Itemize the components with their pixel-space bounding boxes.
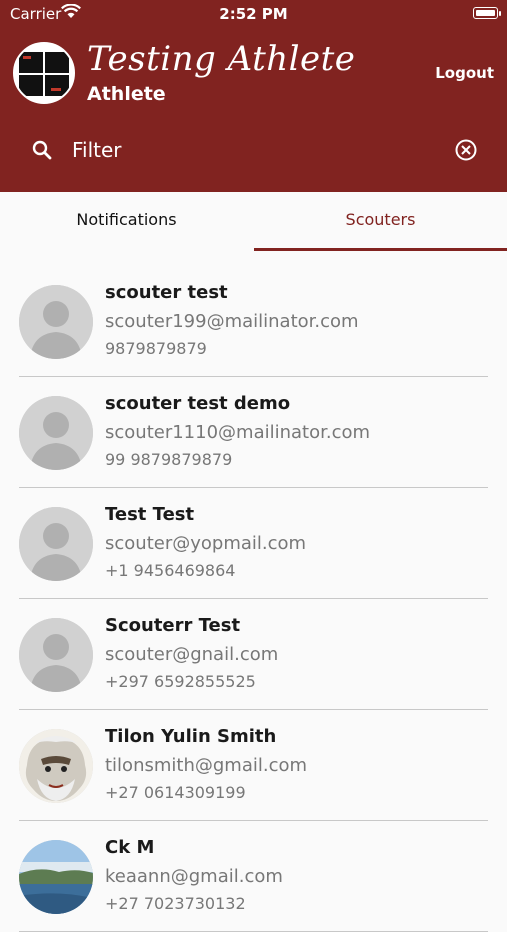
scouter-name: Tilon Yulin Smith	[105, 726, 277, 747]
scouter-email: tilonsmith@gmail.com	[105, 755, 308, 776]
tab-notifications[interactable]: Notifications	[0, 192, 253, 252]
avatar	[19, 840, 93, 914]
profile-avatar[interactable]	[13, 42, 75, 104]
avatar	[19, 729, 93, 803]
scouter-email: scouter1110@mailinator.com	[105, 422, 371, 443]
scouter-phone: +27 7023730132	[105, 894, 246, 913]
profile-role: Athlete	[87, 83, 166, 105]
status-bar: Carrier 2:52 PM	[0, 0, 507, 28]
filter-bar	[0, 128, 507, 172]
scouter-email: scouter@yopmail.com	[105, 533, 307, 554]
scouter-email: keaann@gmail.com	[105, 866, 283, 887]
status-time: 2:52 PM	[219, 5, 288, 23]
scouter-phone: 9879879879	[105, 339, 207, 358]
avatar	[19, 285, 93, 359]
profile-name: Testing Athlete	[87, 39, 356, 79]
avatar	[19, 507, 93, 581]
scouter-name: Scouterr Test	[105, 615, 241, 636]
list-item[interactable]: scouter test scouter199@mailinator.com 9…	[0, 266, 507, 377]
active-tab-indicator	[254, 248, 507, 251]
clear-filter-icon[interactable]	[454, 138, 478, 166]
list-item[interactable]: Test Test scouter@yopmail.com +1 9456469…	[0, 488, 507, 599]
tab-bar: Notifications Scouters	[0, 192, 507, 252]
app-header: Carrier 2:52 PM Testing Athlete Athlete …	[0, 0, 507, 192]
scouter-name: Ck M	[105, 837, 155, 858]
filter-input[interactable]	[72, 135, 432, 165]
scouter-name: Test Test	[105, 504, 195, 525]
avatar	[19, 396, 93, 470]
list-item[interactable]: Scouterr Test scouter@gnail.com +297 659…	[0, 599, 507, 710]
scouter-email: scouter199@mailinator.com	[105, 311, 359, 332]
avatar	[19, 618, 93, 692]
scouter-phone: +1 9456469864	[105, 561, 236, 580]
scouter-phone: +27 0614309199	[105, 783, 246, 802]
list-item[interactable]: Tilon Yulin Smith tilonsmith@gmail.com +…	[0, 710, 507, 821]
logout-button[interactable]: Logout	[435, 64, 494, 82]
scouter-phone: 99 9879879879	[105, 450, 233, 469]
scouter-name: scouter test demo	[105, 393, 291, 414]
search-icon	[31, 139, 53, 165]
scouter-phone: +297 6592855525	[105, 672, 256, 691]
list-item[interactable]: Ck M keaann@gmail.com +27 7023730132	[0, 821, 507, 932]
battery-icon	[473, 7, 501, 19]
scouter-name: scouter test	[105, 282, 228, 303]
scouter-email: scouter@gnail.com	[105, 644, 279, 665]
tab-scouters[interactable]: Scouters	[254, 192, 507, 252]
list-item[interactable]: scouter test demo scouter1110@mailinator…	[0, 377, 507, 488]
